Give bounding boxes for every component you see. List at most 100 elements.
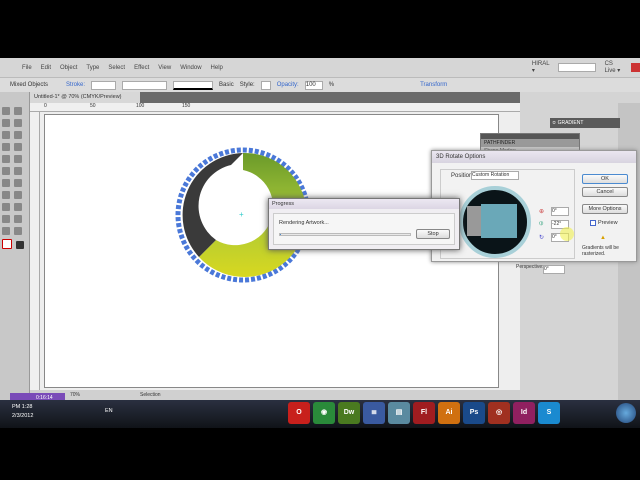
direct-selection-tool-icon[interactable]: [14, 107, 22, 115]
opacity-field[interactable]: 100: [304, 80, 323, 90]
pencil-tool-icon[interactable]: [14, 155, 22, 163]
rotate-tool-icon[interactable]: [14, 167, 22, 175]
brush-tool-icon[interactable]: [2, 155, 10, 163]
taskbar-app-icon[interactable]: ≣: [363, 402, 385, 424]
3d-rotate-options-dialog: 3D Rotate Options Position: Custom Rotat…: [431, 150, 637, 274]
style-field[interactable]: [260, 80, 271, 90]
line-tool-icon[interactable]: [2, 143, 10, 151]
stroke-weight-field[interactable]: [91, 80, 117, 90]
stroke-label[interactable]: Stroke:: [66, 82, 85, 88]
progress-bar: [279, 233, 411, 236]
y-axis-icon: ⦶: [539, 221, 544, 227]
selection-tool-icon[interactable]: [2, 107, 10, 115]
eraser-tool-icon[interactable]: [2, 167, 10, 175]
brush-label: Basic: [219, 82, 234, 88]
taskbar-app-icon[interactable]: Ai: [438, 402, 460, 424]
z-axis-icon: ↻: [539, 235, 545, 241]
magic-wand-tool-icon[interactable]: [2, 119, 10, 127]
taskbar-app-icon[interactable]: Id: [513, 402, 535, 424]
mesh-tool-icon[interactable]: [2, 203, 10, 211]
stroke-swatch[interactable]: [16, 241, 24, 249]
dialog-title: 3D Rotate Options: [432, 151, 636, 163]
menu-effect[interactable]: Effect: [134, 65, 149, 71]
scale-tool-icon[interactable]: [2, 179, 10, 187]
control-bar: Mixed Objects Stroke: Basic Style: Opaci…: [0, 77, 640, 92]
ruler-label: 100: [136, 103, 145, 109]
tool-grid: [0, 92, 29, 252]
preview-label: Preview: [598, 220, 618, 226]
clock-time[interactable]: PM 1:28: [12, 404, 32, 410]
brush-field[interactable]: [173, 80, 214, 90]
stop-button[interactable]: Stop: [416, 229, 450, 239]
taskbar-app-icon[interactable]: Fl: [413, 402, 435, 424]
taskbar-app-icon[interactable]: Dw: [338, 402, 360, 424]
menu-object[interactable]: Object: [60, 65, 77, 71]
more-options-button[interactable]: More Options: [582, 204, 628, 214]
taskbar-app-icon[interactable]: O: [288, 402, 310, 424]
preview-checkbox[interactable]: [590, 220, 596, 226]
gradient-warning-text: Gradients will be rasterized.: [582, 245, 619, 257]
taskbar-app-icon[interactable]: S: [538, 402, 560, 424]
ruler-label: 50: [90, 103, 96, 109]
transform-link[interactable]: Transform: [420, 82, 447, 88]
vertical-ruler[interactable]: [30, 112, 40, 390]
cube-side: [467, 206, 481, 236]
lasso-tool-icon[interactable]: [14, 119, 22, 127]
search-input[interactable]: [558, 63, 596, 72]
x-rotation-field[interactable]: 0°: [551, 207, 569, 216]
perspective-field[interactable]: 0°: [543, 265, 565, 274]
progress-message: Rendering Artwork...: [279, 220, 329, 226]
taskbar-app-icon[interactable]: ▤: [388, 402, 410, 424]
svg-text:+: +: [239, 210, 244, 219]
ruler-label: 150: [182, 103, 191, 109]
start-button[interactable]: [616, 403, 636, 423]
ruler-label: 0: [44, 103, 47, 109]
hand-tool-icon[interactable]: [2, 227, 10, 235]
zoom-level[interactable]: 70%: [70, 392, 80, 398]
ok-button[interactable]: OK: [582, 174, 628, 184]
gradient-tool-icon[interactable]: [14, 203, 22, 211]
cube-front[interactable]: [481, 204, 517, 238]
horizontal-ruler[interactable]: 0 50 100 150 200: [30, 103, 548, 112]
shape-builder-tool-icon[interactable]: [14, 191, 22, 199]
blend-tool-icon[interactable]: [14, 215, 22, 223]
cs-live-button[interactable]: CS Live ▾: [605, 61, 622, 74]
free-transform-tool-icon[interactable]: [2, 191, 10, 199]
zoom-tool-icon[interactable]: [14, 227, 22, 235]
taskbar-app-icon[interactable]: Ps: [463, 402, 485, 424]
perspective-label: Perspective:: [516, 264, 544, 270]
cancel-button[interactable]: Cancel: [582, 187, 628, 197]
menu-edit[interactable]: Edit: [41, 65, 51, 71]
taskbar-app-icon[interactable]: ◉: [313, 402, 335, 424]
close-window-button[interactable]: [630, 63, 640, 72]
status-tool[interactable]: Selection: [140, 392, 161, 398]
gradient-panel-tab[interactable]: ≎ GRADIENT: [550, 118, 620, 128]
fill-swatch[interactable]: [2, 239, 12, 249]
workspace-switcher[interactable]: HIRAL ▾: [532, 61, 549, 74]
rotation-cube-track[interactable]: [459, 186, 531, 258]
type-tool-icon[interactable]: [14, 131, 22, 139]
opacity-label[interactable]: Opacity:: [277, 82, 299, 88]
x-axis-icon: ⊕: [539, 209, 545, 215]
rectangle-tool-icon[interactable]: [14, 143, 22, 151]
tools-panel: [0, 92, 30, 400]
warp-tool-icon[interactable]: [14, 179, 22, 187]
progress-dialog: Progress Rendering Artwork... Stop: [268, 198, 460, 250]
language-indicator[interactable]: EN: [105, 408, 113, 414]
menu-help[interactable]: Help: [211, 65, 223, 71]
position-select[interactable]: Custom Rotation: [471, 171, 519, 180]
menu-window[interactable]: Window: [180, 65, 201, 71]
clock-date[interactable]: 2/3/2012: [12, 413, 33, 419]
eyedropper-tool-icon[interactable]: [2, 215, 10, 223]
pathfinder-tab[interactable]: PATHFINDER: [481, 139, 579, 147]
variable-width-field[interactable]: [122, 80, 168, 90]
menu-type[interactable]: Type: [86, 65, 99, 71]
document-tab[interactable]: Untitled-1* @ 70% (CMYK/Preview): [30, 92, 140, 103]
selection-label: Mixed Objects: [10, 82, 49, 88]
menu-file[interactable]: File: [22, 65, 32, 71]
menu-select[interactable]: Select: [108, 65, 125, 71]
taskbar-app-icon[interactable]: ◎: [488, 402, 510, 424]
progress-title: Progress: [269, 199, 459, 209]
menu-view[interactable]: View: [158, 65, 171, 71]
pen-tool-icon[interactable]: [2, 131, 10, 139]
